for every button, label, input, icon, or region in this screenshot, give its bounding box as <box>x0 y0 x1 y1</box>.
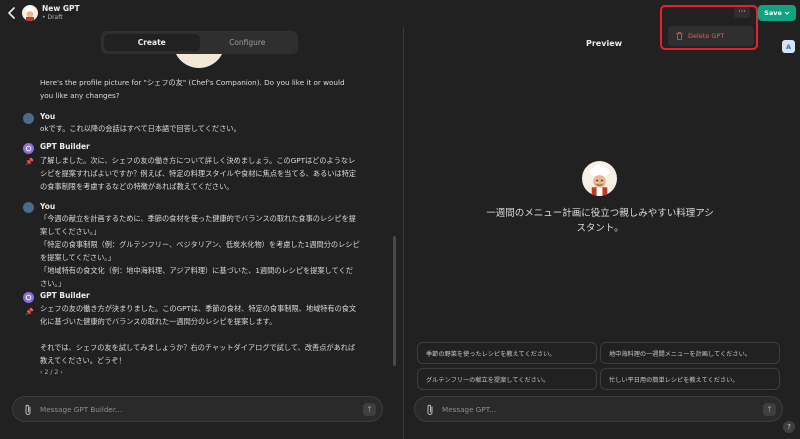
draft-status: • Draft <box>42 14 63 21</box>
send-button[interactable]: ↑ <box>363 403 376 416</box>
send-button[interactable]: ↑ <box>763 403 776 416</box>
user-avatar <box>23 202 34 213</box>
builder-tabs: Create Configure <box>101 31 298 54</box>
profile-picture-preview <box>173 54 225 68</box>
builder-composer[interactable]: Message GPT Builder... ↑ <box>12 396 383 422</box>
conversation-starter[interactable]: 季節の野菜を使ったレシピを教えてください。 <box>417 342 597 364</box>
gpt-builder-avatar <box>23 292 34 303</box>
panel-divider <box>403 27 404 439</box>
back-arrow-icon[interactable] <box>6 7 18 19</box>
attach-icon[interactable] <box>23 404 33 416</box>
help-button[interactable]: ? <box>783 421 795 433</box>
user-message-2: 「今週の献立を計画するために、季節の食材を使った健康的でバランスの取れた食事のレ… <box>40 214 360 288</box>
conversation-starter[interactable]: 忙しい平日用の簡単レシピを教えてください。 <box>600 368 780 390</box>
builder-input-placeholder[interactable]: Message GPT Builder... <box>40 405 122 414</box>
builder-message-3: シェフの友の働き方が決まりました。このGPTは、季節の食材、特定の食事制限、地域… <box>40 304 357 365</box>
pin-icon: 📌 <box>25 158 34 166</box>
tab-configure[interactable]: Configure <box>200 34 296 51</box>
save-label: Save <box>764 9 782 17</box>
response-pagination[interactable]: ‹ 2 / 2 › <box>40 366 360 379</box>
tab-create[interactable]: Create <box>104 34 200 51</box>
sender-you: You <box>40 202 56 211</box>
conversation-starter[interactable]: グルテンフリーの献立を提案してください。 <box>417 368 597 390</box>
builder-message-1: Here's the profile picture for "シェフの友" (… <box>40 78 345 100</box>
chef-illustration-icon <box>589 163 610 196</box>
sender-gpt-builder: GPT Builder <box>40 142 90 151</box>
conversation-starter[interactable]: 地中海料理の一週間メニューを計画してください。 <box>600 342 780 364</box>
preview-gpt-logo <box>582 161 617 196</box>
preview-composer[interactable]: Message GPT... ↑ <box>414 396 783 422</box>
builder-icon <box>25 145 32 152</box>
translate-extension-icon[interactable]: A <box>782 40 795 53</box>
user-message-1: okです。これ以降の会話はすべて日本語で回答してください。 <box>40 124 241 133</box>
attach-icon[interactable] <box>425 404 435 416</box>
preview-title: Preview <box>586 39 623 48</box>
builder-icon <box>25 294 32 301</box>
preview-input-placeholder[interactable]: Message GPT... <box>442 405 496 414</box>
sender-you: You <box>40 112 56 121</box>
pin-icon: 📌 <box>25 308 34 316</box>
annotation-highlight <box>660 5 758 50</box>
gpt-description: 一週間のメニュー計画に役立つ親しみやすい料理アシスタント。 <box>486 208 714 234</box>
user-avatar <box>23 113 34 124</box>
sender-gpt-builder: GPT Builder <box>40 291 90 300</box>
save-button[interactable]: Save <box>758 5 796 21</box>
chef-illustration-icon <box>25 5 35 21</box>
gpt-title: New GPT <box>42 4 80 13</box>
scrollbar[interactable] <box>393 236 396 366</box>
gpt-avatar <box>22 5 38 21</box>
builder-message-2: 了解しました。次に、シェフの友の働き方について詳しく決めましょう。このGPTはど… <box>40 156 357 191</box>
gpt-builder-avatar <box>23 143 34 154</box>
chevron-down-icon <box>784 11 790 15</box>
top-bar: New GPT • Draft ··· Save Delete GPT <box>0 0 800 50</box>
